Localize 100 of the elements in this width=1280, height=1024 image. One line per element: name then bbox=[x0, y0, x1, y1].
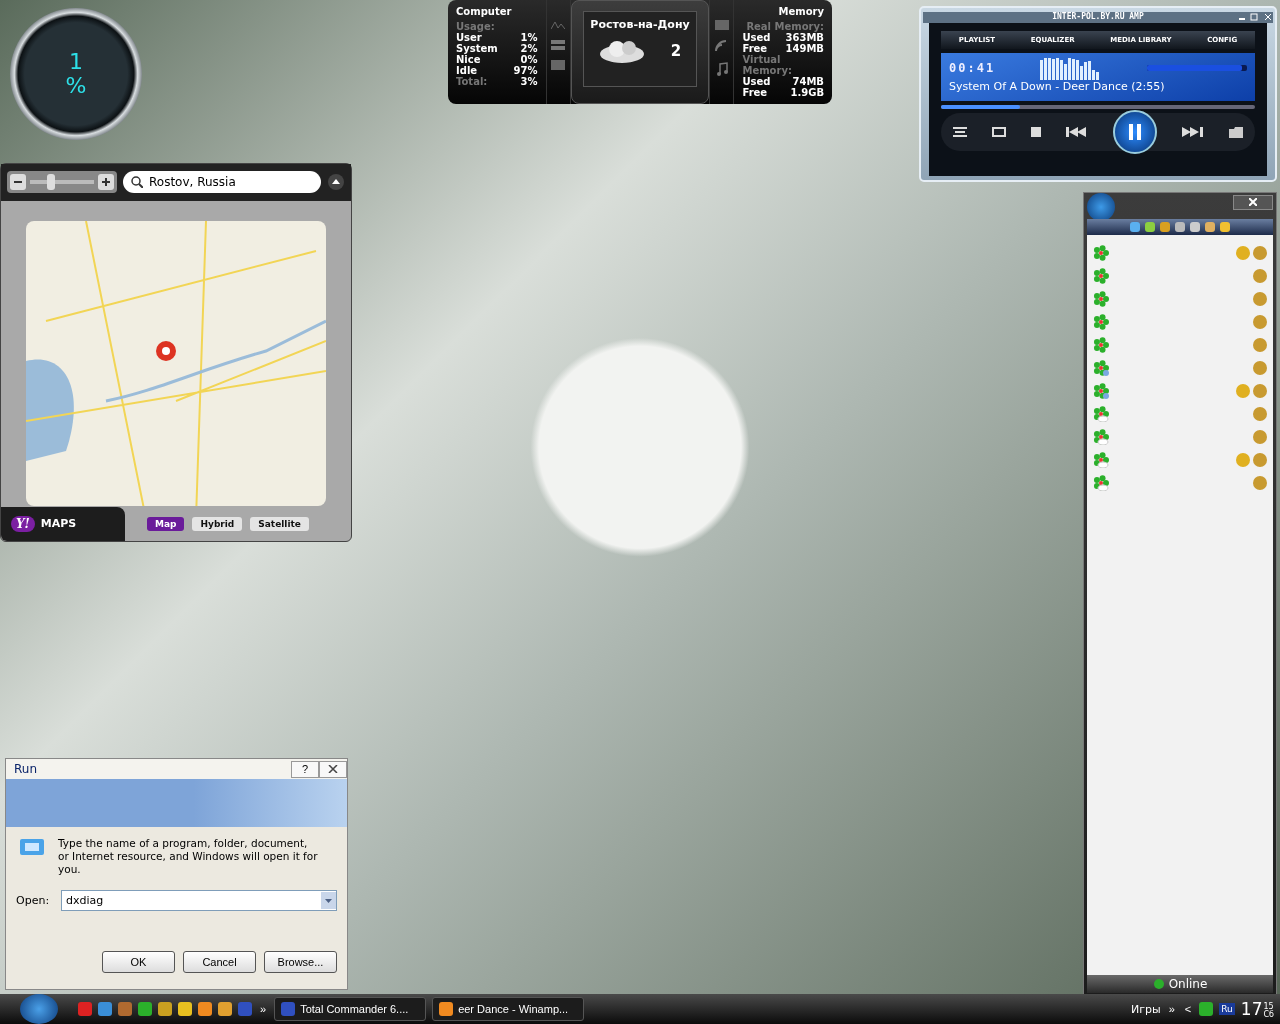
toolbar-label: Игры bbox=[1131, 1002, 1161, 1016]
volume-slider[interactable] bbox=[1147, 65, 1247, 71]
zoom-out-button[interactable] bbox=[10, 174, 26, 191]
usage-label: Idle bbox=[456, 65, 478, 76]
quick-launch-icon[interactable] bbox=[198, 1002, 212, 1016]
status-button[interactable]: Online bbox=[1087, 975, 1273, 993]
track-title: System Of A Down - Deer Dance (2:55) bbox=[949, 80, 1166, 93]
graph-icon[interactable] bbox=[551, 20, 566, 30]
player-title: INTER-POL.BY.RU AMP bbox=[1052, 12, 1144, 23]
folder-icon[interactable] bbox=[1229, 126, 1243, 138]
app-icon bbox=[281, 1002, 296, 1016]
tray-icon[interactable] bbox=[1199, 1002, 1214, 1016]
taskbar-button[interactable]: Total Commander 6.... bbox=[274, 997, 427, 1021]
memory-value: 149MB bbox=[785, 43, 824, 54]
usage-value: 0% bbox=[520, 54, 538, 65]
help-button[interactable]: ? bbox=[291, 760, 319, 778]
equalizer-icon[interactable] bbox=[953, 126, 967, 138]
zoom-thumb[interactable] bbox=[46, 174, 55, 191]
usage-value: 2% bbox=[520, 43, 538, 54]
pause-icon bbox=[1129, 124, 1141, 140]
flower-icon bbox=[1093, 290, 1109, 307]
close-icon bbox=[1249, 197, 1257, 206]
flower-cloud-icon bbox=[1093, 474, 1109, 491]
dialog-button[interactable]: Browse... bbox=[264, 951, 337, 973]
quick-launch-icon[interactable] bbox=[98, 1002, 112, 1016]
flower-cloud-icon bbox=[1093, 451, 1109, 468]
play-time: 00:41 bbox=[949, 61, 996, 75]
dialog-description: Type the name of a program, folder, document, or Internet resource, and Windows will open it for you. bbox=[58, 837, 318, 876]
music-note-icon[interactable] bbox=[715, 62, 728, 76]
dialog-title: Run bbox=[14, 762, 37, 776]
more-button[interactable]: » bbox=[258, 1003, 269, 1015]
map-view-tab[interactable]: Map bbox=[147, 516, 185, 531]
flower-clock-icon bbox=[1093, 382, 1109, 399]
city-name: Ростов-на-Дону bbox=[590, 18, 690, 31]
app-icon bbox=[439, 1002, 454, 1016]
clock-day: Сб bbox=[1263, 1011, 1274, 1019]
flower-icon bbox=[1093, 244, 1109, 261]
window-icon[interactable] bbox=[714, 20, 729, 30]
logo-text: MAPS bbox=[40, 517, 77, 531]
virtual-memory-label: Virtual Memory: bbox=[742, 54, 793, 76]
flower-cloud-icon bbox=[1093, 405, 1109, 422]
search-field[interactable]: Rostov, Russia bbox=[123, 171, 321, 194]
quick-launch-icon[interactable] bbox=[138, 1002, 152, 1016]
memory-label: Used bbox=[742, 76, 771, 87]
quick-launch-icon[interactable] bbox=[78, 1002, 92, 1016]
memory-label: Free bbox=[742, 43, 768, 54]
next-icon[interactable] bbox=[1182, 127, 1204, 137]
previous-icon[interactable] bbox=[1066, 127, 1088, 137]
collapse-icon[interactable] bbox=[327, 173, 345, 192]
memory-value: 74MB bbox=[792, 76, 824, 87]
memory-value: 1.9GB bbox=[790, 87, 824, 98]
open-label: Open: bbox=[16, 894, 50, 907]
quick-launch-icon[interactable] bbox=[178, 1002, 192, 1016]
map-view-tab[interactable]: Hybrid bbox=[192, 516, 243, 531]
dialog-button[interactable]: OK bbox=[102, 951, 175, 973]
temperature: 2 bbox=[670, 45, 682, 57]
usage-label: Nice bbox=[456, 54, 481, 65]
real-memory-label: Real Memory: bbox=[746, 21, 824, 32]
usage-label: Usage: bbox=[456, 21, 496, 32]
usage-value: 1% bbox=[520, 32, 538, 43]
dialog-button[interactable]: Cancel bbox=[183, 951, 256, 973]
dropdown-icon bbox=[321, 892, 336, 909]
memory-label: Used bbox=[742, 32, 771, 43]
clock-minutes: 15 bbox=[1263, 1003, 1274, 1011]
memory-icon[interactable] bbox=[551, 40, 566, 50]
flower-icon bbox=[1152, 978, 1165, 990]
close-button[interactable] bbox=[319, 760, 347, 778]
cpu-unit: % bbox=[65, 74, 87, 99]
window-controls-icon[interactable] bbox=[1237, 13, 1273, 21]
usage-value: 97% bbox=[513, 65, 538, 76]
open-combobox[interactable]: dxdiag bbox=[61, 890, 337, 911]
quick-launch-icon[interactable] bbox=[218, 1002, 232, 1016]
logo-mark: Y! bbox=[11, 515, 35, 532]
logo-orb-icon bbox=[1087, 193, 1115, 221]
computer-heading: Computer bbox=[456, 6, 513, 17]
memory-label: Free bbox=[742, 87, 768, 98]
quick-launch-icon[interactable] bbox=[118, 1002, 132, 1016]
language-indicator[interactable]: Ru bbox=[1219, 1003, 1235, 1015]
cloud-icon bbox=[598, 39, 645, 63]
start-button[interactable] bbox=[20, 994, 58, 1024]
total-value: 3% bbox=[520, 76, 538, 87]
usage-label: System bbox=[456, 43, 498, 54]
quick-launch-icon[interactable] bbox=[238, 1002, 252, 1016]
flower-icon bbox=[1093, 336, 1109, 353]
clock-hours: 17 bbox=[1240, 999, 1263, 1019]
zoom-in-button[interactable] bbox=[98, 174, 114, 191]
close-icon bbox=[328, 765, 338, 773]
flower-icon bbox=[1093, 267, 1109, 284]
close-button[interactable] bbox=[1233, 195, 1273, 210]
search-icon bbox=[131, 176, 143, 189]
tray-expand-button[interactable]: < bbox=[1182, 1003, 1194, 1015]
plus-icon bbox=[102, 178, 110, 187]
map-view-tab[interactable]: Satellite bbox=[250, 516, 309, 531]
toolbar-more-button[interactable]: » bbox=[1166, 1003, 1177, 1015]
total-label: Total: bbox=[456, 76, 488, 87]
quick-launch-icon[interactable] bbox=[158, 1002, 172, 1016]
taskbar-button[interactable]: eer Dance - Winamp... bbox=[432, 997, 585, 1021]
pause-button[interactable] bbox=[1113, 110, 1157, 154]
flower-cloud-icon bbox=[1093, 428, 1109, 445]
flower-icon bbox=[1093, 313, 1109, 330]
